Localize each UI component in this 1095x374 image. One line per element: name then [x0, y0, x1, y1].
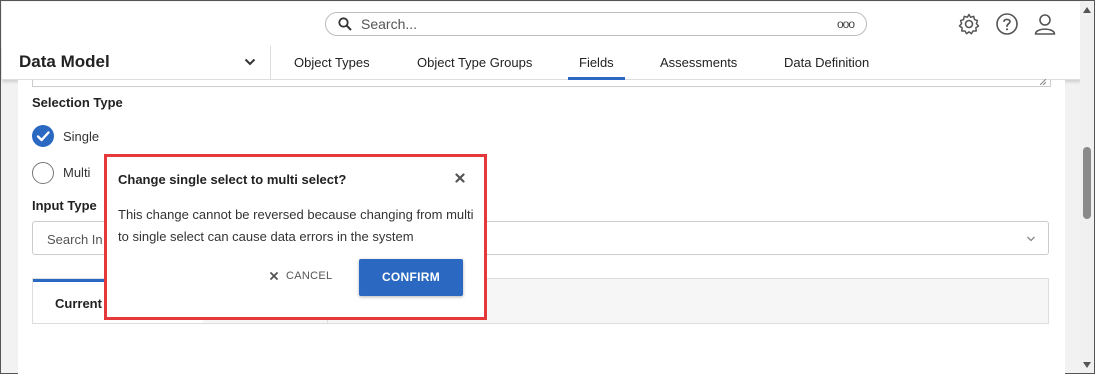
- scroll-up-arrow-icon[interactable]: [1083, 7, 1091, 13]
- confirm-button[interactable]: CONFIRM: [359, 259, 463, 296]
- nav-bar: Data Model Object Types Object Type Grou…: [2, 46, 1081, 80]
- more-options-icon[interactable]: ooo: [837, 17, 855, 31]
- cancel-label: CANCEL: [286, 270, 333, 282]
- search-placeholder: Search...: [361, 16, 418, 32]
- tab-assessments[interactable]: Assessments: [660, 55, 737, 70]
- chevron-down-icon[interactable]: [244, 57, 256, 67]
- close-icon: [270, 272, 278, 280]
- search-input[interactable]: Search... ooo: [325, 12, 867, 36]
- description-textarea[interactable]: [32, 79, 1051, 87]
- input-type-placeholder: Search In: [47, 232, 103, 247]
- resize-handle-icon[interactable]: [1040, 79, 1046, 85]
- dialog-message: This change cannot be reversed because c…: [118, 207, 474, 244]
- tab-fields[interactable]: Fields: [568, 55, 625, 80]
- input-type-label: Input Type: [32, 198, 97, 213]
- tab-data-definition[interactable]: Data Definition: [784, 55, 869, 70]
- scroll-down-arrow-icon[interactable]: [1083, 362, 1091, 368]
- nav-divider: [270, 46, 271, 79]
- selection-type-label: Selection Type: [32, 95, 123, 110]
- tab-current-label: Current: [55, 296, 102, 311]
- chevron-down-icon: [1027, 236, 1035, 242]
- gear-icon[interactable]: [957, 12, 981, 36]
- user-icon[interactable]: [1033, 12, 1057, 36]
- tab-object-types[interactable]: Object Types: [294, 55, 370, 70]
- close-icon[interactable]: [455, 173, 465, 183]
- check-icon: [36, 131, 50, 142]
- data-model-selector[interactable]: Data Model: [19, 52, 110, 72]
- search-icon: [338, 17, 352, 31]
- scrollbar-thumb[interactable]: [1083, 147, 1091, 219]
- tab-object-type-groups[interactable]: Object Type Groups: [417, 55, 532, 70]
- vertical-scrollbar[interactable]: [1080, 2, 1094, 373]
- confirm-dialog: Change single select to multi select? Th…: [107, 157, 484, 317]
- app-window: Search... ooo Data Model Object Types Ob…: [0, 0, 1095, 374]
- radio-single-label: Single: [63, 129, 100, 144]
- radio-single[interactable]: [32, 125, 54, 147]
- help-icon[interactable]: [995, 12, 1019, 36]
- dialog-title: Change single select to multi select?: [118, 172, 347, 187]
- top-bar: Search... ooo: [2, 2, 1081, 46]
- radio-multi-label: Multi: [63, 165, 91, 180]
- radio-multi[interactable]: [32, 162, 54, 184]
